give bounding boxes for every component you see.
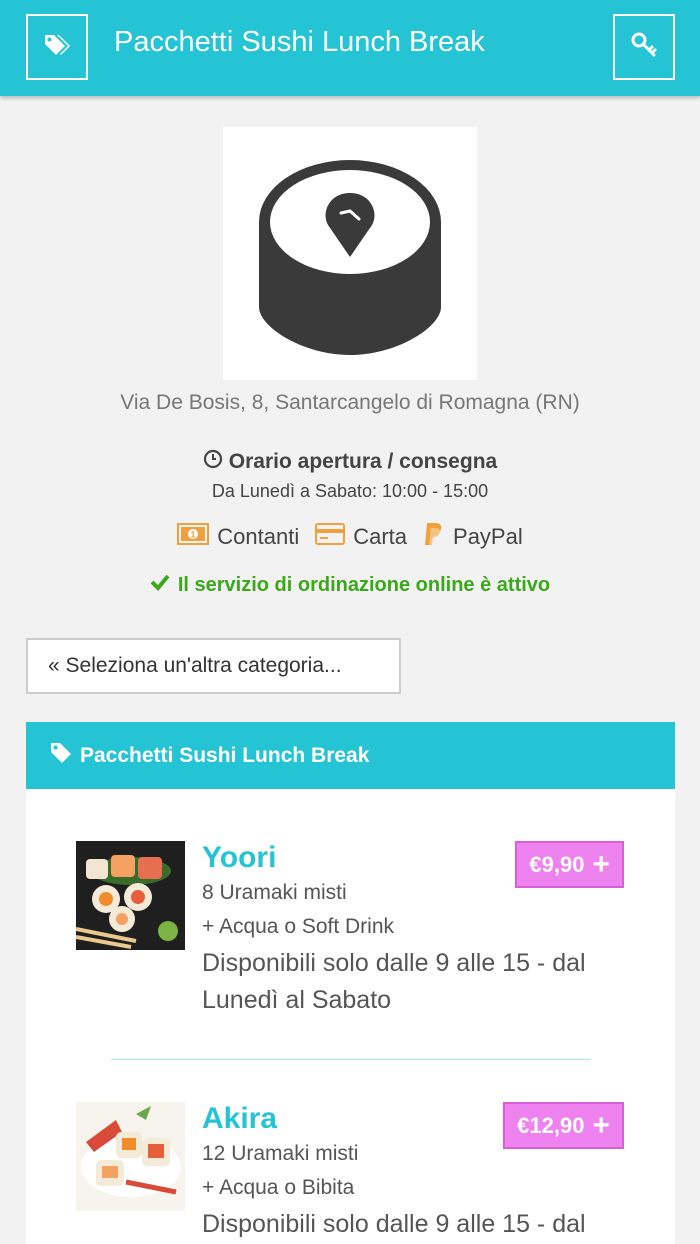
page-title: Pacchetti Sushi Lunch Break <box>114 26 485 58</box>
product-line-1: 12 Uramaki misti <box>202 1142 359 1165</box>
payment-methods: 1 Contanti Carta PayPal <box>0 521 700 553</box>
payment-card: Carta <box>315 523 407 551</box>
payment-paypal-label: PayPal <box>453 524 523 549</box>
key-icon <box>631 32 657 63</box>
payment-cash-label: Contanti <box>217 524 300 549</box>
category-panel-header: Pacchetti Sushi Lunch Break <box>26 722 675 789</box>
add-to-cart-button[interactable]: €9,90 + <box>515 841 624 888</box>
add-to-cart-button[interactable]: €12,90 + <box>503 1102 624 1149</box>
shop-address: Via De Bosis, 8, Santarcangelo di Romagn… <box>120 391 580 414</box>
payment-card-label: Carta <box>353 524 408 549</box>
tag-icon <box>50 742 72 770</box>
hours-title-text: Orario apertura / consegna <box>228 450 498 473</box>
product-description: Disponibili solo dalle 9 alle 15 - dal L… <box>202 949 586 1014</box>
cash-icon: 1 <box>177 523 210 551</box>
plus-icon: + <box>592 1108 610 1142</box>
product-image[interactable] <box>76 1102 185 1211</box>
product-name[interactable]: Yoori <box>202 841 276 875</box>
product-line-2: + Acqua o Bibita <box>202 1176 355 1199</box>
top-bar: Pacchetti Sushi Lunch Break <box>0 0 700 96</box>
tags-icon <box>43 33 71 62</box>
payment-paypal: PayPal <box>423 521 523 553</box>
card-icon <box>315 523 346 551</box>
product-name[interactable]: Akira <box>202 1102 277 1136</box>
product-price: €12,90 <box>517 1112 585 1138</box>
categories-button[interactable] <box>26 14 88 80</box>
plus-icon: + <box>592 847 610 881</box>
product-description: Disponibili solo dalle 9 alle 15 - dal L… <box>202 1210 586 1238</box>
category-panel-title: Pacchetti Sushi Lunch Break <box>80 743 370 767</box>
logo-sushi-icon <box>223 160 477 384</box>
service-status-text: Il servizio di ordinazione online è atti… <box>177 573 551 596</box>
login-button[interactable] <box>613 14 675 80</box>
svg-text:1: 1 <box>191 530 196 540</box>
product-image[interactable] <box>76 841 185 950</box>
clock-icon <box>203 449 223 475</box>
hours-title: Orario apertura / consegna <box>0 449 700 475</box>
hours-text: Da Lunedì a Sabato: 10:00 - 15:00 <box>211 481 489 501</box>
check-icon <box>150 573 170 597</box>
product-line-1: 8 Uramaki misti <box>202 881 347 904</box>
select-category-button[interactable]: « Seleziona un'altra categoria... <box>26 638 401 694</box>
paypal-icon <box>423 521 445 553</box>
product-price: €9,90 <box>529 851 585 877</box>
service-status: Il servizio di ordinazione online è atti… <box>0 573 700 597</box>
product-divider <box>111 1059 591 1060</box>
product-list: Yoori 8 Uramaki misti + Acqua o Soft Dri… <box>26 789 675 1244</box>
payment-cash: 1 Contanti <box>177 523 299 551</box>
product-line-2: + Acqua o Soft Drink <box>202 915 395 938</box>
shop-logo <box>223 127 477 380</box>
